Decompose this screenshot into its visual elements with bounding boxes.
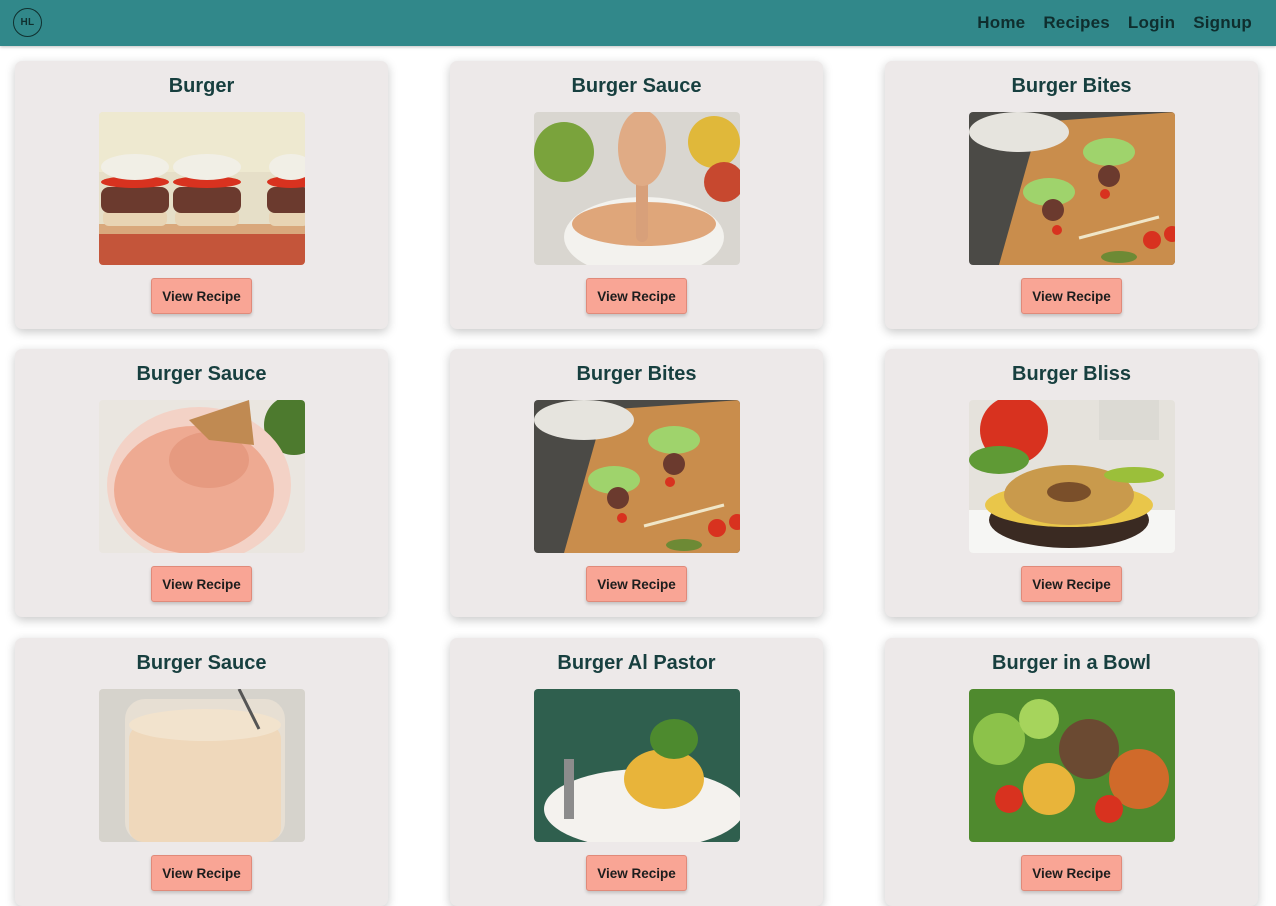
recipe-title: Burger Sauce (571, 75, 702, 97)
recipe-image[interactable] (969, 112, 1175, 265)
view-recipe-button[interactable]: View Recipe (586, 566, 687, 602)
recipe-image[interactable] (99, 689, 305, 842)
nav-link-login[interactable]: Login (1128, 13, 1175, 33)
recipe-title: Burger Sauce (136, 363, 267, 385)
recipe-card: Burger Bites View Recipe (450, 349, 823, 617)
view-recipe-button[interactable]: View Recipe (1021, 566, 1122, 602)
recipe-image[interactable] (969, 689, 1175, 842)
nav-link-home[interactable]: Home (977, 13, 1025, 33)
recipe-title: Burger (168, 75, 235, 97)
nav-link-signup[interactable]: Signup (1193, 13, 1252, 33)
navbar: HL Home Recipes Login Signup (0, 0, 1276, 46)
logo[interactable]: HL (13, 8, 42, 37)
recipe-title: Burger Bites (576, 363, 697, 385)
nav-link-recipes[interactable]: Recipes (1043, 13, 1110, 33)
recipe-title: Burger Sauce (136, 652, 267, 674)
view-recipe-button[interactable]: View Recipe (151, 855, 252, 891)
view-recipe-button[interactable]: View Recipe (586, 278, 687, 314)
recipe-card: Burger Sauce View Recipe (15, 638, 388, 906)
recipe-card: Burger Bites View Recipe (885, 61, 1258, 329)
recipe-image[interactable] (534, 400, 740, 553)
view-recipe-button[interactable]: View Recipe (151, 278, 252, 314)
recipe-title: Burger Bites (1011, 75, 1132, 97)
recipe-card: Burger Sauce View Recipe (15, 349, 388, 617)
recipe-card: Burger Al Pastor View Recipe (450, 638, 823, 906)
view-recipe-button[interactable]: View Recipe (151, 566, 252, 602)
nav-links: Home Recipes Login Signup (959, 0, 1252, 46)
view-recipe-button[interactable]: View Recipe (1021, 855, 1122, 891)
recipe-card: Burger Sauce View Recipe (450, 61, 823, 329)
recipe-title: Burger in a Bowl (992, 652, 1151, 674)
recipe-image[interactable] (99, 112, 305, 265)
recipe-image[interactable] (99, 400, 305, 553)
recipe-image[interactable] (969, 400, 1175, 553)
view-recipe-button[interactable]: View Recipe (586, 855, 687, 891)
recipe-image[interactable] (534, 689, 740, 842)
recipe-title: Burger Bliss (1012, 363, 1131, 385)
recipe-card: Burger View Recipe (15, 61, 388, 329)
recipe-title: Burger Al Pastor (557, 652, 716, 674)
recipe-card: Burger in a Bowl View Recipe (885, 638, 1258, 906)
recipe-grid: Burger View Recipe Burger Sauce View Rec… (0, 0, 1276, 906)
recipe-card: Burger Bliss View Recipe (885, 349, 1258, 617)
recipe-image[interactable] (534, 112, 740, 265)
view-recipe-button[interactable]: View Recipe (1021, 278, 1122, 314)
